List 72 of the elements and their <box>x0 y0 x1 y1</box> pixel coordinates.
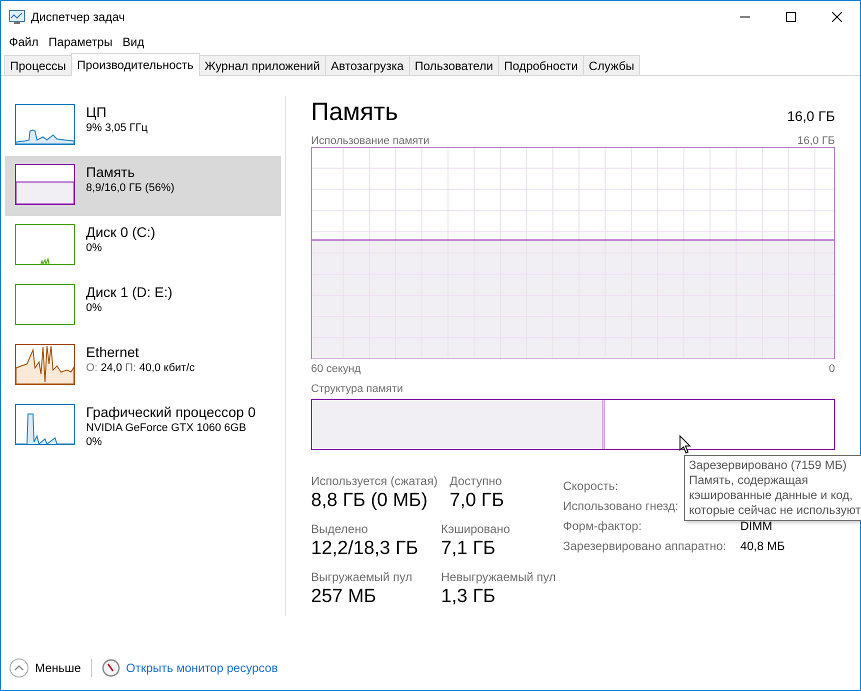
item-title: Диск 0 (C:) <box>86 224 156 241</box>
sidebar-item[interactable]: Диск 0 (C:) 0% <box>5 216 281 276</box>
menu-item[interactable]: Параметры <box>44 35 118 49</box>
tab[interactable]: Службы <box>582 55 640 75</box>
item-detail: NVIDIA GeForce GTX 1060 6GB <box>86 421 248 435</box>
collapse-icon[interactable] <box>9 658 29 678</box>
item-detail: О: 24,0 П: 40,0 кбит/с <box>86 361 195 375</box>
app-icon <box>9 10 25 24</box>
tooltip-text: которые сейчас не используют <box>689 503 859 518</box>
time-span-label: 60 секунд <box>311 363 361 375</box>
detail-label: Форм-фактор: <box>563 518 642 534</box>
sidebar-item[interactable]: ЦП 9% 3,05 ГГц <box>5 96 281 156</box>
close-icon <box>832 12 842 22</box>
detail-label: Использовано гнезд: <box>563 498 678 514</box>
stat-value: 8,8 ГБ (0 МБ) <box>311 489 429 513</box>
item-title: Ethernet <box>86 344 140 361</box>
fewer-details-button[interactable]: Меньше <box>35 661 81 675</box>
sidebar-item[interactable]: Память 8,9/16,0 ГБ (56%) <box>5 156 281 216</box>
composition-segment[interactable] <box>602 400 605 449</box>
item-detail: 9% 3,05 ГГц <box>86 121 148 135</box>
total-memory: 16,0 ГБ <box>787 108 835 124</box>
stat-label: Доступно <box>450 474 503 488</box>
graph-min-label: 0 <box>828 363 835 375</box>
item-title: ЦП <box>86 104 108 121</box>
tab[interactable]: Автозагрузка <box>324 55 410 75</box>
stat-value: 1,3 ГБ <box>441 585 496 609</box>
tooltip-text: Память, содержащая <box>689 473 810 488</box>
item-detail: 8,9/16,0 ГБ (56%) <box>86 181 174 195</box>
item-title: Графический процессор 0 <box>86 404 256 421</box>
tab[interactable]: Производительность <box>71 53 200 76</box>
item-detail: 0% <box>86 301 103 315</box>
item-title: Память <box>86 164 136 181</box>
stat-value: 12,2/18,3 ГБ <box>311 537 420 561</box>
resource-monitor-link[interactable]: Открыть монитор ресурсов <box>126 661 278 675</box>
disk-graph-drawing <box>40 257 50 265</box>
item-title: Диск 1 (D: E:) <box>86 284 172 301</box>
tab[interactable]: Подробности <box>498 55 584 75</box>
stat-value: 257 МБ <box>311 585 378 609</box>
detail-label: Зарезервировано аппаратно: <box>563 538 726 554</box>
composition-segment[interactable] <box>312 400 602 449</box>
sidebar-item[interactable]: Графический процессор 0 NVIDIA GeForce GTX 1060 6GB 0% <box>5 396 281 456</box>
window-title: Диспетчер задач <box>31 10 126 24</box>
stat-label: Используется (сжатая) <box>311 474 438 488</box>
section-title: Память <box>311 98 398 127</box>
stat-label: Невыгружаемый пул <box>441 570 556 584</box>
detail-value: DIMM <box>740 518 772 534</box>
stat-value: 7,1 ГБ <box>441 537 496 561</box>
item-detail: 0% <box>86 435 103 449</box>
detail-value: 40,8 МБ <box>740 538 785 554</box>
stat-label: Выгружаемый пул <box>311 570 414 584</box>
gauge-icon <box>102 659 120 677</box>
tab[interactable]: Пользователи <box>408 55 500 75</box>
gpu-graph-drawing <box>16 414 74 445</box>
tab[interactable]: Журнал приложений <box>198 55 326 75</box>
memory-graph-drawing <box>16 182 74 204</box>
menu-item[interactable]: Вид <box>117 35 150 49</box>
cpu-graph-drawing <box>16 129 74 144</box>
graph-label: Использование памяти <box>311 135 430 147</box>
sidebar-item[interactable]: Диск 1 (D: E:) 0% <box>5 276 281 336</box>
item-detail: 0% <box>86 241 103 255</box>
graph-max-label: 16,0 ГБ <box>797 135 835 147</box>
maximize-icon <box>786 12 796 22</box>
menu-item[interactable]: Файл <box>4 35 44 49</box>
detail-label: Скорость: <box>563 478 618 494</box>
tab[interactable]: Процессы <box>4 55 72 75</box>
stat-label: Выделено <box>311 522 369 536</box>
tooltip-title: Зарезервировано (7159 МБ) <box>689 458 848 473</box>
tooltip-text: кэшированные данные и код, <box>689 488 854 503</box>
composition-label: Структура памяти <box>311 383 404 395</box>
stat-value: 7,0 ГБ <box>450 489 504 513</box>
sidebar-item[interactable]: Ethernet О: 24,0 П: 40,0 кбит/с <box>5 336 281 396</box>
stat-label: Кэшировано <box>441 522 510 536</box>
